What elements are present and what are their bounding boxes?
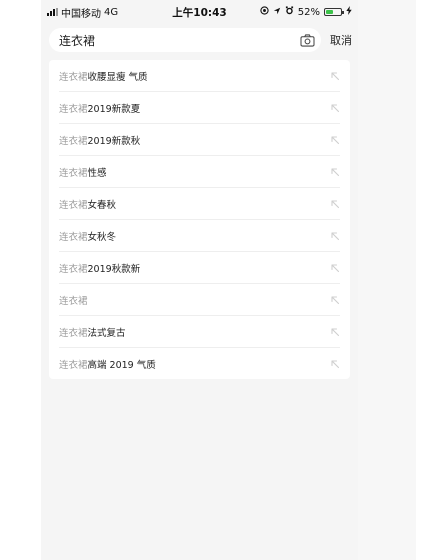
cancel-button[interactable]: 取消	[330, 32, 352, 48]
suggestion-item[interactable]: 连衣裙 法式复古	[59, 316, 340, 348]
suggestion-keyword: 连衣裙	[59, 71, 88, 83]
fill-search-arrow-icon[interactable]	[330, 359, 340, 369]
search-row: 取消	[41, 24, 358, 56]
phone-screen: 中国移动 4G 上午10:43 52% 连衣裙 取消 连衣裙 收腰显瘦 气质 连…	[41, 0, 358, 560]
fill-search-arrow-icon[interactable]	[330, 327, 340, 337]
fill-search-arrow-icon[interactable]	[330, 103, 340, 113]
suggestion-text: 女秋冬	[87, 231, 117, 243]
right-margin	[358, 0, 416, 560]
location-icon	[260, 6, 269, 18]
status-left: 中国移动 4G	[47, 5, 118, 20]
suggestion-item[interactable]: 连衣裙 2019新款秋	[59, 124, 340, 156]
battery-icon	[324, 8, 344, 16]
charging-icon	[346, 6, 352, 18]
status-bar: 中国移动 4G 上午10:43 52%	[41, 0, 358, 24]
suggestion-item[interactable]: 连衣裙 女秋冬	[59, 220, 340, 252]
suggestion-item[interactable]: 连衣裙	[59, 284, 340, 316]
signal-icon	[47, 8, 58, 16]
suggestion-item[interactable]: 连衣裙 2019秋款新	[59, 252, 340, 284]
fill-search-arrow-icon[interactable]	[330, 263, 340, 273]
suggestion-text: 2019新款秋	[87, 135, 141, 147]
suggestion-keyword: 连衣裙	[59, 167, 88, 179]
suggestion-keyword: 连衣裙	[59, 199, 88, 211]
battery-percent: 52%	[297, 6, 320, 18]
suggestion-text: 2019秋款新	[87, 263, 141, 275]
suggestion-keyword: 连衣裙	[59, 295, 88, 307]
suggestion-item[interactable]: 连衣裙 高端 2019 气质	[59, 348, 340, 379]
fill-search-arrow-icon[interactable]	[330, 199, 340, 209]
suggestion-text: 收腰显瘦 气质	[87, 71, 148, 83]
suggestion-text: 高端 2019 气质	[87, 359, 156, 371]
suggestion-text: 法式复古	[87, 327, 126, 339]
suggestion-keyword: 连衣裙	[59, 135, 88, 147]
fill-search-arrow-icon[interactable]	[330, 135, 340, 145]
suggestion-text: 女春秋	[87, 199, 117, 211]
suggestion-item[interactable]: 连衣裙 2019新款夏	[59, 92, 340, 124]
suggestion-item[interactable]: 连衣裙 收腰显瘦 气质	[59, 60, 340, 92]
suggestion-keyword: 连衣裙	[59, 327, 88, 339]
suggestion-text: 2019新款夏	[87, 103, 141, 115]
fill-search-arrow-icon[interactable]	[330, 71, 340, 81]
fill-search-arrow-icon[interactable]	[330, 231, 340, 241]
suggestion-keyword: 连衣裙	[59, 263, 88, 275]
carrier-name: 中国移动	[61, 8, 101, 20]
suggestion-list: 连衣裙 收腰显瘦 气质 连衣裙 2019新款夏 连衣裙 2019新款秋 连衣裙 性感 连衣裙 女春…	[49, 60, 350, 379]
camera-icon[interactable]	[300, 33, 315, 47]
network-type: 4G	[104, 6, 119, 18]
suggestion-keyword: 连衣裙	[59, 103, 88, 115]
suggestion-text: 性感	[87, 167, 107, 179]
navigation-arrow-icon	[273, 7, 281, 18]
alarm-icon	[285, 6, 294, 18]
suggestion-item[interactable]: 连衣裙 性感	[59, 156, 340, 188]
suggestion-keyword: 连衣裙	[59, 231, 88, 243]
fill-search-arrow-icon[interactable]	[330, 295, 340, 305]
fill-search-arrow-icon[interactable]	[330, 167, 340, 177]
search-box[interactable]	[49, 28, 321, 52]
status-right: 52%	[260, 6, 352, 18]
suggestion-item[interactable]: 连衣裙 女春秋	[59, 188, 340, 220]
search-input[interactable]	[59, 33, 300, 47]
suggestion-keyword: 连衣裙	[59, 359, 88, 371]
battery-fill	[326, 10, 333, 14]
